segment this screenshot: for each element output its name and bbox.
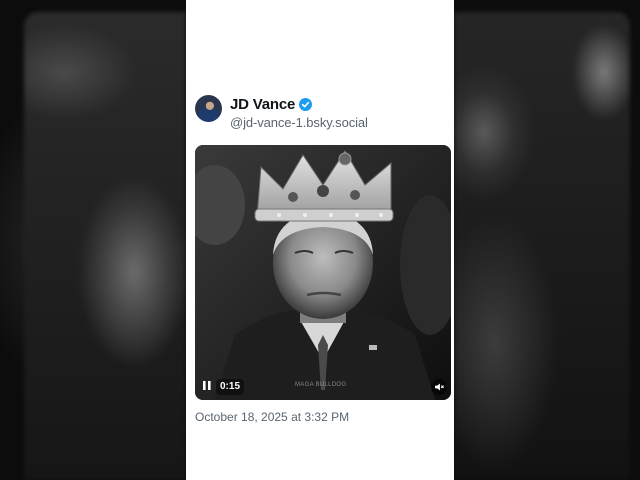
blurred-background-right xyxy=(454,12,630,480)
author-avatar[interactable] xyxy=(195,95,222,122)
speaker-muted-icon[interactable] xyxy=(431,379,447,395)
author-handle[interactable]: @jd-vance-1.bsky.social xyxy=(230,115,368,130)
video-frame-image xyxy=(195,145,451,400)
author-names: JD Vance @jd-vance-1.bsky.social xyxy=(230,94,368,131)
display-name-row: JD Vance xyxy=(230,94,368,114)
post-timestamp: October 18, 2025 at 3:32 PM xyxy=(195,410,350,424)
blurred-background-left xyxy=(24,12,186,480)
video-elapsed-time: 0:15 xyxy=(216,379,245,395)
video-player[interactable]: 0:15 MAGA BULLDOG xyxy=(195,145,451,400)
verified-badge-icon xyxy=(299,97,313,111)
video-watermark: MAGA BULLDOG xyxy=(295,382,347,388)
pause-icon[interactable] xyxy=(200,378,214,392)
post-card: JD Vance @jd-vance-1.bsky.social 0:15 MA… xyxy=(186,0,454,480)
author-display-name[interactable]: JD Vance xyxy=(230,96,295,113)
post-author: JD Vance @jd-vance-1.bsky.social xyxy=(195,94,368,134)
